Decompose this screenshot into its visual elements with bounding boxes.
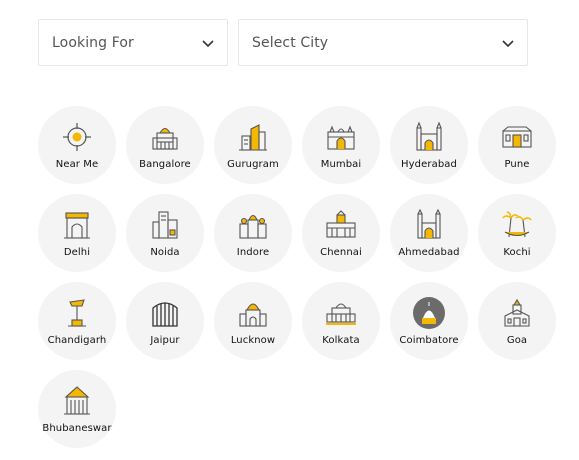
kolkata-icon [326,303,356,325]
city-name: Near Me [55,159,99,170]
gurugram-icon [239,124,267,151]
city-name: Indore [236,247,270,258]
select-city-dropdown[interactable]: Select City [238,19,528,66]
pune-icon [502,126,532,148]
city-kolkata[interactable]: Kolkata [302,282,380,360]
city-bangalore[interactable]: Bangalore [126,106,204,184]
city-name: Noida [150,247,180,258]
city-name: Bhubaneswar [42,423,112,434]
looking-for-label: Looking For [52,34,134,51]
city-name: Lucknow [230,335,276,346]
city-near-me[interactable]: Near Me [38,106,116,184]
mumbai-icon [327,125,355,150]
city-name: Jaipur [150,335,180,346]
city-coimbatore[interactable]: Coimbatore [390,282,468,360]
city-jaipur[interactable]: Jaipur [126,282,204,360]
city-lucknow[interactable]: Lucknow [214,282,292,360]
city-pune[interactable]: Pune [478,106,556,184]
city-gurugram[interactable]: Gurugram [214,106,292,184]
select-city-label: Select City [252,34,329,51]
city-name: Ahmedabad [398,247,460,258]
city-name: Coimbatore [399,335,459,346]
city-name: Chandigarh [47,335,107,346]
city-chandigarh[interactable]: Chandigarh [38,282,116,360]
ahmedabad-icon [417,208,441,239]
chevron-down-icon [202,39,214,47]
bangalore-icon [152,127,178,150]
city-grid: Near Me Bangalore Gurugram Mumbai Hydera… [38,106,556,448]
city-name: Delhi [63,247,91,258]
coimbatore-icon [413,297,445,329]
city-goa[interactable]: Goa [478,282,556,360]
city-delhi[interactable]: Delhi [38,194,116,272]
city-name: Bangalore [139,159,191,170]
city-name: Chennai [320,247,362,258]
hyderabad-icon [416,121,442,151]
near-me-icon [63,123,91,151]
city-bhubaneswar[interactable]: Bhubaneswar [38,370,116,448]
jaipur-icon [152,302,178,327]
city-mumbai[interactable]: Mumbai [302,106,380,184]
looking-for-dropdown[interactable]: Looking For [38,19,228,66]
city-name: Hyderabad [401,159,457,170]
city-ahmedabad[interactable]: Ahmedabad [390,194,468,272]
chennai-icon [326,210,356,238]
indore-icon [239,214,267,239]
city-name: Kochi [503,247,531,258]
kochi-icon [502,211,532,238]
city-noida[interactable]: Noida [126,194,204,272]
city-chennai[interactable]: Chennai [302,194,380,272]
city-kochi[interactable]: Kochi [478,194,556,272]
chevron-down-icon [502,39,514,47]
goa-icon [504,298,530,327]
noida-icon [152,211,178,239]
chandigarh-icon [68,299,86,327]
city-name: Gurugram [227,159,279,170]
lucknow-icon [239,303,267,327]
delhi-icon [64,212,90,239]
city-name: Mumbai [320,159,362,170]
bhubaneswar-icon [64,386,90,415]
city-name: Pune [504,159,530,170]
city-hyderabad[interactable]: Hyderabad [390,106,468,184]
city-indore[interactable]: Indore [214,194,292,272]
city-name: Goa [506,335,528,346]
city-name: Kolkata [322,335,360,346]
